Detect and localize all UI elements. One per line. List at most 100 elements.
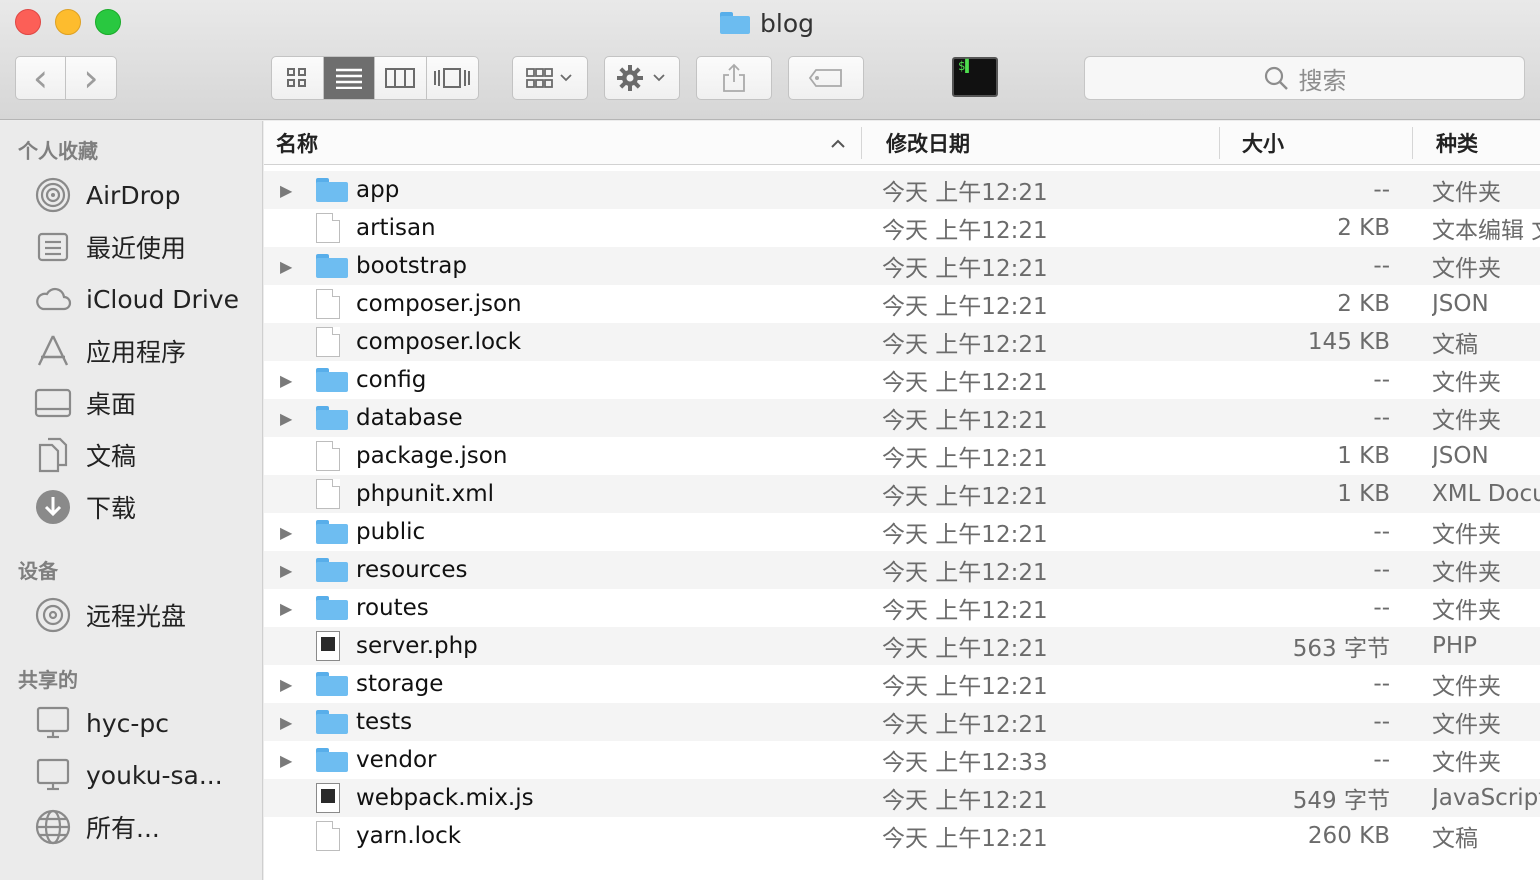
file-size: -- <box>1373 253 1390 279</box>
file-kind: 文件夹 <box>1432 408 1501 434</box>
table-row[interactable]: server.php 今天 上午12:21 563 字节 PHP <box>264 627 1540 665</box>
search-field[interactable]: 搜索 <box>1084 56 1525 100</box>
modified-date: 今天 上午12:21 <box>882 332 1048 358</box>
terminal-button[interactable]: $▌ <box>952 57 998 97</box>
modified-date: 今天 上午12:21 <box>882 598 1048 624</box>
table-row[interactable]: ▶ vendor 今天 上午12:33 -- 文件夹 <box>264 741 1540 779</box>
table-row[interactable]: ▶ routes 今天 上午12:21 -- 文件夹 <box>264 589 1540 627</box>
modified-date: 今天 上午12:21 <box>882 408 1048 434</box>
file-size: -- <box>1373 367 1390 393</box>
table-row[interactable]: ▶ public 今天 上午12:21 -- 文件夹 <box>264 513 1540 551</box>
size-column-header[interactable]: 大小 <box>1242 121 1284 165</box>
arrange-icon <box>526 68 572 88</box>
sidebar-item-youku[interactable]: youku-sa... <box>34 753 223 797</box>
file-name: tests <box>356 709 413 735</box>
name-column-header[interactable]: 名称 <box>276 121 846 165</box>
action-menu-button[interactable] <box>604 56 680 100</box>
modified-date: 今天 上午12:21 <box>882 560 1048 586</box>
forward-button[interactable]: › <box>66 57 116 99</box>
minimize-window-button[interactable] <box>55 9 81 35</box>
table-row[interactable]: package.json 今天 上午12:21 1 KB JSON <box>264 437 1540 475</box>
disclosure-triangle-icon[interactable]: ▶ <box>280 589 296 627</box>
sidebar-item-hyc-pc[interactable]: hyc-pc <box>34 701 169 745</box>
file-kind: 文件夹 <box>1432 750 1501 776</box>
share-button[interactable] <box>696 56 772 100</box>
table-row[interactable]: composer.json 今天 上午12:21 2 KB JSON <box>264 285 1540 323</box>
sidebar-item-downloads[interactable]: 下载 <box>34 485 136 529</box>
coverflow-view-button[interactable] <box>427 57 479 99</box>
modified-date: 今天 上午12:21 <box>882 522 1048 548</box>
group-by-button[interactable] <box>512 56 588 100</box>
folder-icon <box>316 551 350 589</box>
table-row[interactable]: phpunit.xml 今天 上午12:21 1 KB XML Document <box>264 475 1540 513</box>
table-row[interactable]: ▶ config 今天 上午12:21 -- 文件夹 <box>264 361 1540 399</box>
disclosure-triangle-icon[interactable]: ▶ <box>280 551 296 589</box>
disclosure-triangle-icon[interactable]: ▶ <box>280 171 296 209</box>
disclosure-triangle-icon[interactable]: ▶ <box>280 247 296 285</box>
table-row[interactable]: ▶ tests 今天 上午12:21 -- 文件夹 <box>264 703 1540 741</box>
table-row[interactable]: ▶ resources 今天 上午12:21 -- 文件夹 <box>264 551 1540 589</box>
file-size: -- <box>1373 405 1390 431</box>
table-row[interactable]: ▶ bootstrap 今天 上午12:21 -- 文件夹 <box>264 247 1540 285</box>
table-row[interactable]: yarn.lock 今天 上午12:21 260 KB 文稿 <box>264 817 1540 855</box>
tags-button[interactable] <box>788 56 864 100</box>
terminal-icon: $▌ <box>958 59 973 73</box>
disclosure-triangle-icon[interactable]: ▶ <box>280 399 296 437</box>
window-toolbar: blog ‹ › $▌ 搜索 <box>0 0 1540 120</box>
disc-icon <box>34 596 72 634</box>
column-divider[interactable] <box>1219 127 1220 159</box>
sidebar-item-label: 最近使用 <box>86 234 187 263</box>
sidebar-item-applications[interactable]: 应用程序 <box>34 329 186 373</box>
column-divider[interactable] <box>861 127 862 159</box>
table-row[interactable]: ▶ app 今天 上午12:21 -- 文件夹 <box>264 171 1540 209</box>
date-column-label: 修改日期 <box>886 132 970 156</box>
document-icon <box>316 209 350 247</box>
table-row[interactable]: composer.lock 今天 上午12:21 145 KB 文稿 <box>264 323 1540 361</box>
sidebar-item-airdrop[interactable]: AirDrop <box>34 173 180 217</box>
date-column-header[interactable]: 修改日期 <box>886 121 970 165</box>
list-view-button[interactable] <box>323 57 375 99</box>
close-window-button[interactable] <box>15 9 41 35</box>
file-kind: JavaScript <box>1432 785 1540 811</box>
table-row[interactable]: artisan 今天 上午12:21 2 KB 文本编辑 文稿 <box>264 209 1540 247</box>
sidebar-item-documents[interactable]: 文稿 <box>34 433 136 477</box>
sidebar-item-label: 桌面 <box>86 390 137 419</box>
table-row[interactable]: webpack.mix.js 今天 上午12:21 549 字节 JavaScript <box>264 779 1540 817</box>
disclosure-triangle-icon[interactable]: ▶ <box>280 703 296 741</box>
sidebar-item-remote-disc[interactable]: 远程光盘 <box>34 593 186 637</box>
file-name: resources <box>356 557 468 583</box>
modified-date: 今天 上午12:21 <box>882 484 1048 510</box>
column-divider[interactable] <box>1412 127 1413 159</box>
sidebar-item-desktop[interactable]: 桌面 <box>34 381 136 425</box>
modified-date: 今天 上午12:21 <box>882 788 1048 814</box>
disclosure-triangle-icon[interactable]: ▶ <box>280 513 296 551</box>
file-list: 名称 修改日期 大小 种类 ▶ app 今天 上午12:21 -- 文件夹 artisan… <box>264 121 1540 880</box>
file-size: -- <box>1373 595 1390 621</box>
file-size: 2 KB <box>1337 215 1390 241</box>
table-row[interactable]: ▶ storage 今天 上午12:21 -- 文件夹 <box>264 665 1540 703</box>
zoom-window-button[interactable] <box>95 9 121 35</box>
modified-date: 今天 上午12:21 <box>882 826 1048 852</box>
table-row[interactable]: ▶ database 今天 上午12:21 -- 文件夹 <box>264 399 1540 437</box>
list-icon <box>335 68 362 89</box>
column-view-button[interactable] <box>375 57 427 99</box>
disclosure-triangle-icon[interactable]: ▶ <box>280 361 296 399</box>
folder-icon <box>316 665 350 703</box>
kind-column-header[interactable]: 种类 <box>1436 121 1478 165</box>
icon-view-button[interactable] <box>272 57 324 99</box>
disclosure-triangle-icon[interactable]: ▶ <box>280 665 296 703</box>
sidebar-item-all-shared[interactable]: 所有... <box>34 805 160 849</box>
disclosure-triangle-icon[interactable]: ▶ <box>280 741 296 779</box>
modified-date: 今天 上午12:21 <box>882 636 1048 662</box>
script-file-icon <box>316 627 350 665</box>
computer-icon <box>34 704 72 742</box>
sidebar-item-icloud-drive[interactable]: iCloud Drive <box>34 277 239 321</box>
sidebar-item-recents[interactable]: 最近使用 <box>34 225 186 269</box>
back-button[interactable]: ‹ <box>16 57 66 99</box>
file-name: routes <box>356 595 429 621</box>
airdrop-icon <box>34 176 72 214</box>
network-icon <box>34 808 72 846</box>
sidebar-item-label: 下载 <box>86 494 137 523</box>
file-size: 260 KB <box>1307 823 1390 849</box>
modified-date: 今天 上午12:33 <box>882 750 1048 776</box>
